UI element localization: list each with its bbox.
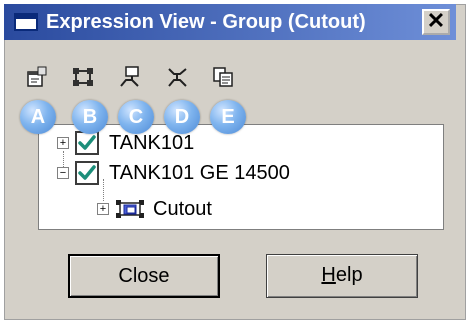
close-window-button[interactable]: ✕ xyxy=(422,9,450,35)
checkmark-icon xyxy=(78,164,96,182)
callout-badge-e: E xyxy=(210,100,246,134)
collapse-toggle[interactable]: − xyxy=(57,167,69,179)
expression-tree[interactable]: + TANK101 − TANK101 GE 14500 + Cutout xyxy=(38,124,444,230)
cutout-icon xyxy=(115,198,145,220)
checkbox-tank101[interactable] xyxy=(75,131,99,155)
window-icon xyxy=(14,13,38,31)
tree-label: TANK101 GE 14500 xyxy=(109,161,290,184)
callout-badge-d: D xyxy=(164,100,200,134)
properties-icon[interactable] xyxy=(26,66,48,88)
callout-badge-c: C xyxy=(118,100,154,134)
tree-row-tank101[interactable]: + TANK101 xyxy=(57,129,194,157)
tree-row-tank101-ge[interactable]: − TANK101 GE 14500 xyxy=(57,159,290,187)
tree-expand-icon[interactable] xyxy=(118,66,140,88)
title-bar[interactable]: Expression View - Group (Cutout) ✕ xyxy=(4,4,456,40)
copy-icon[interactable] xyxy=(212,66,234,88)
tree-label: TANK101 xyxy=(109,131,195,154)
callout-badge-b: B xyxy=(72,100,108,134)
help-button[interactable]: Help xyxy=(266,254,418,298)
callout-badge-a: A xyxy=(20,100,56,134)
expand-toggle[interactable]: + xyxy=(97,203,109,215)
tree-label: Cutout xyxy=(153,197,212,220)
group-structure-icon[interactable] xyxy=(72,66,94,88)
tree-collapse-icon[interactable] xyxy=(166,66,188,88)
expand-toggle[interactable]: + xyxy=(57,137,69,149)
close-button[interactable]: Close xyxy=(68,254,220,298)
checkbox-tank101-ge[interactable] xyxy=(75,161,99,185)
checkmark-icon xyxy=(78,134,96,152)
window-title: Expression View - Group (Cutout) xyxy=(46,11,366,33)
tree-row-cutout[interactable]: + Cutout xyxy=(97,195,212,223)
